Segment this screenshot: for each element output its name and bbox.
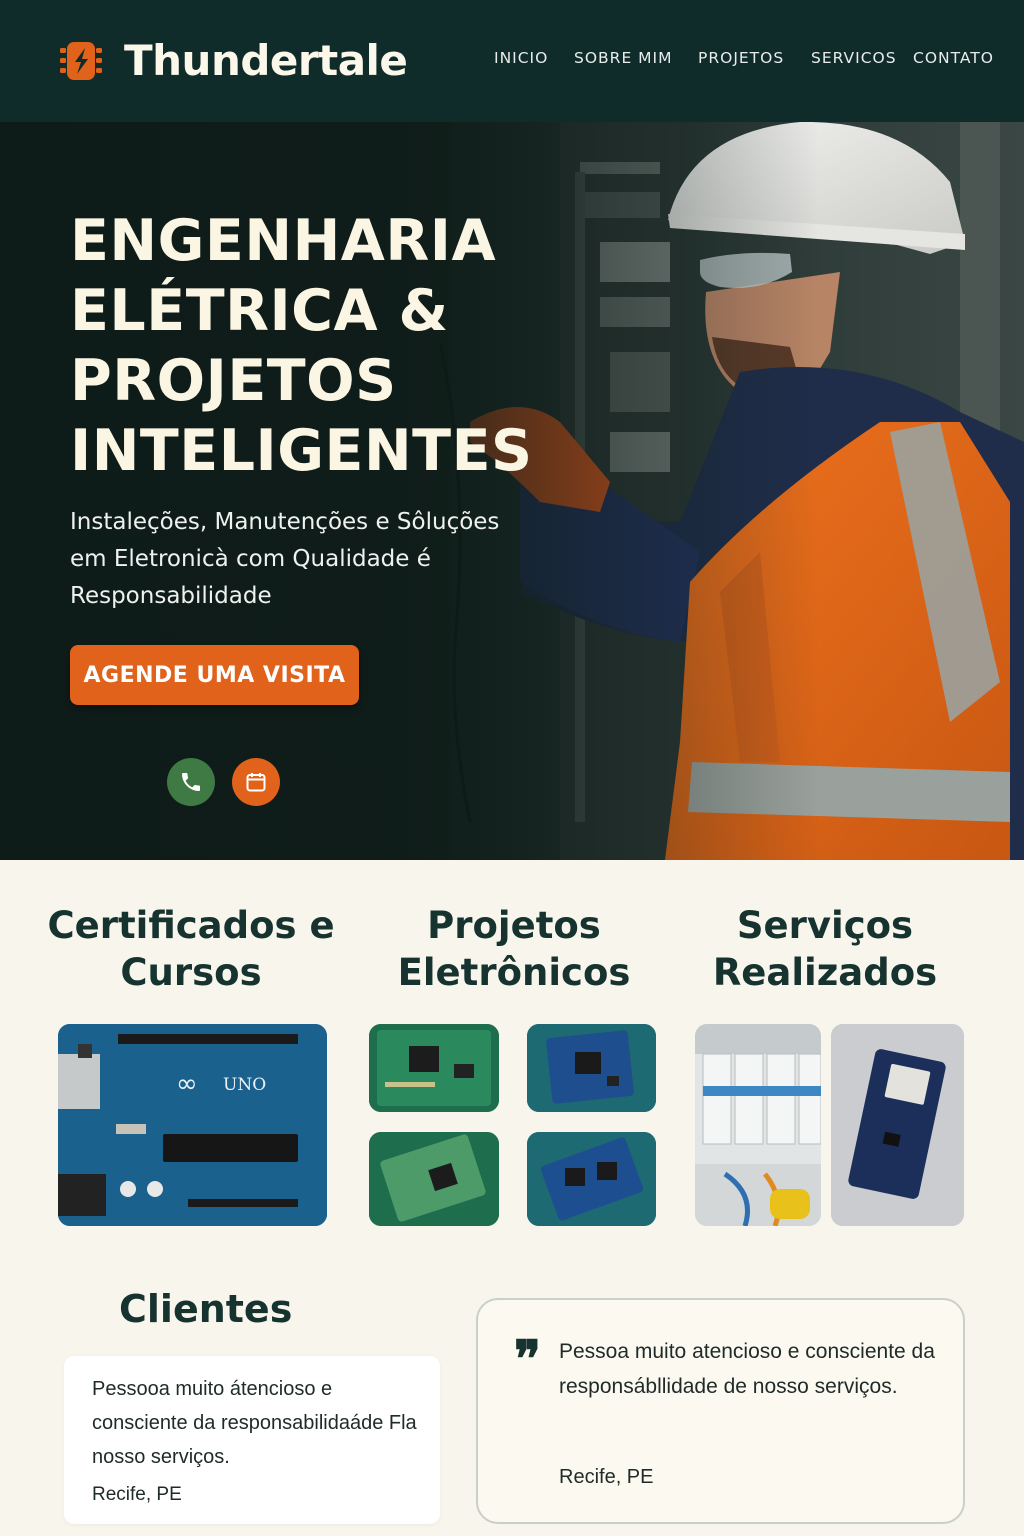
project-pcb-image-4[interactable] <box>527 1132 656 1226</box>
testimonial-quote: Pessooa muito átencioso e consciente da … <box>92 1378 417 1468</box>
testimonial-location: Recife, PE <box>92 1484 182 1505</box>
nav-item-contato[interactable]: CONTATO <box>913 49 994 67</box>
phone-button[interactable] <box>167 758 215 806</box>
testimonial-quote: Pessoa muito atencioso e consciente da r… <box>559 1340 935 1398</box>
nav-item-servicos[interactable]: SERVICOS <box>811 49 897 67</box>
site-header: Thundertale INICIO SOBRE MIM PROJETOS SE… <box>0 0 1024 122</box>
schedule-visit-button[interactable]: AGENDE UMA VISITA <box>70 645 359 705</box>
testimonial-card-right: ❞ Pessoa muito atencioso e consciente da… <box>476 1298 965 1524</box>
projects-title: Projetos Eletrônicos <box>397 904 631 994</box>
brand-name: Thundertale <box>124 36 408 85</box>
testimonial-location: Recife, PE <box>559 1466 654 1488</box>
project-pcb-image-1[interactable] <box>369 1024 499 1112</box>
nav-item-sobre-mim[interactable]: SOBRE MIM <box>574 49 672 67</box>
quote-mark-icon: ❞ <box>514 1329 541 1388</box>
testimonial-card-left: Pessooa muito átencioso e consciente da … <box>64 1356 440 1524</box>
bolt-chip-icon <box>58 38 104 84</box>
hero-section: ENGENHARIA ELÉTRICA & PROJETOS INTELIGEN… <box>0 122 1024 860</box>
clients-title: Clientes <box>119 1287 293 1331</box>
hero-subtitle: Instaleções, Manutenções e Sôluções em E… <box>70 509 500 609</box>
brand-logo[interactable]: Thundertale <box>58 36 408 85</box>
svg-text:∞: ∞ <box>176 1069 198 1099</box>
arduino-board-image[interactable]: ∞ UNO <box>58 1024 327 1226</box>
nav-item-projetos[interactable]: PROJETOS <box>698 49 784 67</box>
phone-icon <box>182 773 200 791</box>
service-esp-board-image[interactable] <box>831 1024 964 1226</box>
calendar-button[interactable] <box>232 758 280 806</box>
project-pcb-image-3[interactable] <box>369 1132 499 1226</box>
service-breaker-panel-image[interactable] <box>695 1024 821 1226</box>
hero-title: ENGENHARIA ELÉTRICA & PROJETOS INTELIGEN… <box>70 208 533 484</box>
services-title: Serviços Realizados <box>712 904 938 994</box>
calendar-icon <box>246 773 266 792</box>
certificates-title: Certificados e Cursos <box>47 904 335 994</box>
project-pcb-image-2[interactable] <box>527 1024 656 1112</box>
svg-text:UNO: UNO <box>223 1075 266 1095</box>
nav-item-inicio[interactable]: INICIO <box>494 49 548 67</box>
